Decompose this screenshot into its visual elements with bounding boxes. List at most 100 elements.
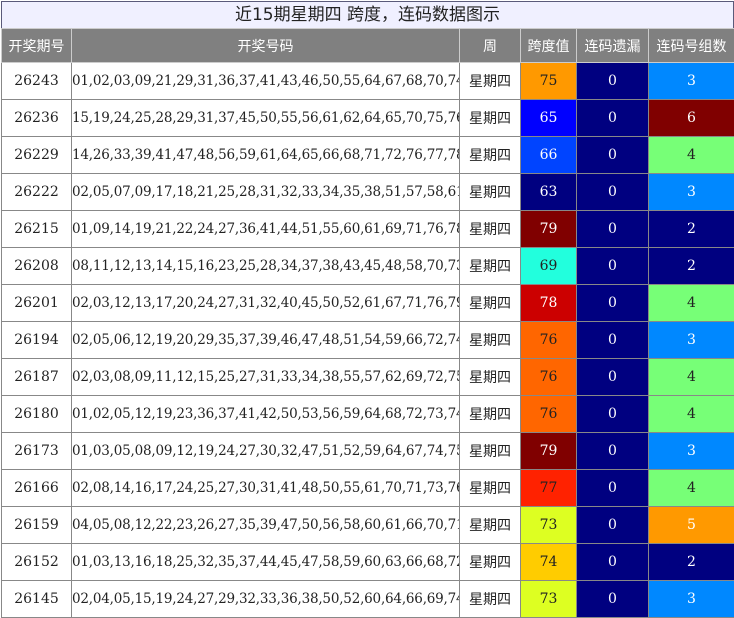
- groups-cell: 2: [648, 543, 734, 581]
- miss-cell: 0: [576, 395, 649, 433]
- groups-cell: 4: [648, 395, 734, 433]
- table-row: 26208 08,11,12,13,14,15,16,23,25,28,34,37…: [1, 247, 734, 285]
- week-cell: 星期四: [459, 506, 521, 544]
- miss-cell: 0: [576, 247, 649, 285]
- groups-cell: 6: [648, 99, 734, 137]
- issue-cell: 26187: [1, 358, 72, 396]
- groups-cell: 2: [648, 247, 734, 285]
- numbers-cell: 02,05,07,09,17,18,21,25,28,31,32,33,34,3…: [71, 173, 460, 211]
- week-cell: 星期四: [459, 358, 521, 396]
- table-row: 26152 01,03,13,16,18,25,32,35,37,44,45,47…: [1, 543, 734, 581]
- issue-cell: 26208: [1, 247, 72, 285]
- numbers-cell: 01,03,05,08,09,12,19,24,27,30,32,47,51,5…: [71, 432, 460, 470]
- table-row: 26187 02,03,08,09,11,12,15,25,27,31,33,34…: [1, 358, 734, 396]
- chart-page: 近15期星期四 跨度，连码数据图示 开奖期号 开奖号码 周 跨度值 连码遗漏 连…: [0, 0, 734, 618]
- table-row: 26159 04,05,08,12,22,23,26,27,35,39,47,50…: [1, 506, 734, 544]
- numbers-cell: 01,02,05,12,19,23,36,37,41,42,50,53,56,5…: [71, 395, 460, 433]
- miss-cell: 0: [576, 210, 649, 248]
- groups-cell: 3: [648, 432, 734, 470]
- groups-cell: 5: [648, 506, 734, 544]
- issue-cell: 26201: [1, 284, 72, 322]
- span-cell: 78: [520, 284, 577, 322]
- numbers-cell: 01,02,03,09,21,29,31,36,37,41,43,46,50,5…: [71, 62, 460, 100]
- week-cell: 星期四: [459, 580, 521, 618]
- miss-cell: 0: [576, 173, 649, 211]
- miss-cell: 0: [576, 99, 649, 137]
- week-cell: 星期四: [459, 543, 521, 581]
- issue-cell: 26222: [1, 173, 72, 211]
- issue-cell: 26159: [1, 506, 72, 544]
- header-span: 跨度值: [520, 28, 577, 63]
- header-week: 周: [459, 28, 521, 63]
- issue-cell: 26215: [1, 210, 72, 248]
- span-cell: 76: [520, 321, 577, 359]
- miss-cell: 0: [576, 136, 649, 174]
- table-row: 26173 01,03,05,08,09,12,19,24,27,30,32,47…: [1, 432, 734, 470]
- numbers-cell: 01,03,13,16,18,25,32,35,37,44,45,47,58,5…: [71, 543, 460, 581]
- issue-cell: 26229: [1, 136, 72, 174]
- numbers-cell: 02,05,06,12,19,20,29,35,37,39,46,47,48,5…: [71, 321, 460, 359]
- groups-cell: 2: [648, 210, 734, 248]
- span-cell: 66: [520, 136, 577, 174]
- miss-cell: 0: [576, 284, 649, 322]
- numbers-cell: 08,11,12,13,14,15,16,23,25,28,34,37,38,4…: [71, 247, 460, 285]
- miss-cell: 0: [576, 62, 649, 100]
- miss-cell: 0: [576, 580, 649, 618]
- week-cell: 星期四: [459, 136, 521, 174]
- miss-cell: 0: [576, 543, 649, 581]
- header-row: 开奖期号 开奖号码 周 跨度值 连码遗漏 连码号组数: [1, 28, 734, 63]
- groups-cell: 4: [648, 284, 734, 322]
- week-cell: 星期四: [459, 321, 521, 359]
- span-cell: 76: [520, 358, 577, 396]
- week-cell: 星期四: [459, 432, 521, 470]
- groups-cell: 4: [648, 469, 734, 507]
- span-cell: 73: [520, 506, 577, 544]
- table-row: 26243 01,02,03,09,21,29,31,36,37,41,43,46…: [1, 62, 734, 100]
- table-row: 26201 02,03,12,13,17,20,24,27,31,32,40,45…: [1, 284, 734, 322]
- groups-cell: 3: [648, 173, 734, 211]
- table-row: 26215 01,09,14,19,21,22,24,27,36,41,44,51…: [1, 210, 734, 248]
- issue-cell: 26243: [1, 62, 72, 100]
- span-cell: 79: [520, 210, 577, 248]
- numbers-cell: 02,03,12,13,17,20,24,27,31,32,40,45,50,5…: [71, 284, 460, 322]
- header-numbers: 开奖号码: [71, 28, 460, 63]
- issue-cell: 26152: [1, 543, 72, 581]
- span-cell: 65: [520, 99, 577, 137]
- table-row: 26229 14,26,33,39,41,47,48,56,59,61,64,65…: [1, 136, 734, 174]
- miss-cell: 0: [576, 321, 649, 359]
- week-cell: 星期四: [459, 99, 521, 137]
- numbers-cell: 04,05,08,12,22,23,26,27,35,39,47,50,56,5…: [71, 506, 460, 544]
- week-cell: 星期四: [459, 62, 521, 100]
- span-cell: 75: [520, 62, 577, 100]
- table-row: 26166 02,08,14,16,17,24,25,27,30,31,41,48…: [1, 469, 734, 507]
- issue-cell: 26180: [1, 395, 72, 433]
- miss-cell: 0: [576, 358, 649, 396]
- numbers-cell: 15,19,24,25,28,29,31,37,45,50,55,56,61,6…: [71, 99, 460, 137]
- span-cell: 63: [520, 173, 577, 211]
- numbers-cell: 02,03,08,09,11,12,15,25,27,31,33,34,38,5…: [71, 358, 460, 396]
- issue-cell: 26236: [1, 99, 72, 137]
- numbers-cell: 02,04,05,15,19,24,27,29,32,33,36,38,50,5…: [71, 580, 460, 618]
- span-cell: 74: [520, 543, 577, 581]
- week-cell: 星期四: [459, 173, 521, 211]
- week-cell: 星期四: [459, 284, 521, 322]
- span-cell: 79: [520, 432, 577, 470]
- header-issue: 开奖期号: [1, 28, 72, 63]
- span-cell: 76: [520, 395, 577, 433]
- numbers-cell: 01,09,14,19,21,22,24,27,36,41,44,51,55,6…: [71, 210, 460, 248]
- numbers-cell: 02,08,14,16,17,24,25,27,30,31,41,48,50,5…: [71, 469, 460, 507]
- week-cell: 星期四: [459, 210, 521, 248]
- table-row: 26236 15,19,24,25,28,29,31,37,45,50,55,56…: [1, 99, 734, 137]
- groups-cell: 4: [648, 358, 734, 396]
- header-groups: 连码号组数: [648, 28, 734, 63]
- page-title: 近15期星期四 跨度，连码数据图示: [1, 1, 734, 29]
- span-cell: 73: [520, 580, 577, 618]
- table-row: 26222 02,05,07,09,17,18,21,25,28,31,32,33…: [1, 173, 734, 211]
- groups-cell: 4: [648, 136, 734, 174]
- miss-cell: 0: [576, 432, 649, 470]
- groups-cell: 3: [648, 580, 734, 618]
- week-cell: 星期四: [459, 469, 521, 507]
- table-row: 26180 01,02,05,12,19,23,36,37,41,42,50,53…: [1, 395, 734, 433]
- table-row: 26145 02,04,05,15,19,24,27,29,32,33,36,38…: [1, 580, 734, 618]
- groups-cell: 3: [648, 321, 734, 359]
